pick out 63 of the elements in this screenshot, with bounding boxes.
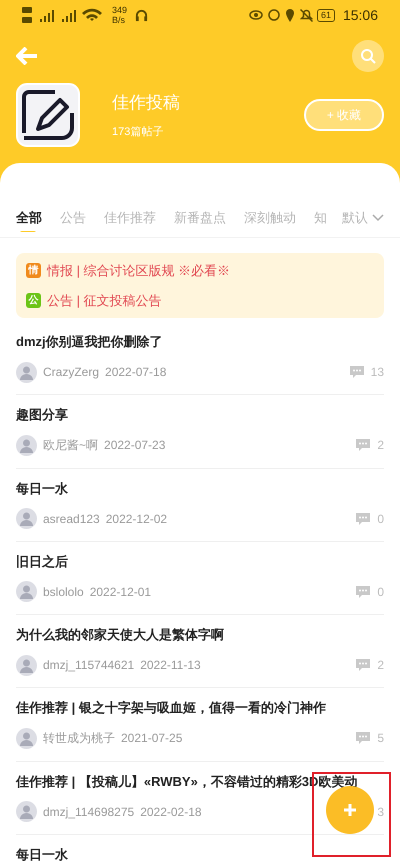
comment-icon <box>355 438 372 452</box>
clock: 15:06 <box>342 6 378 24</box>
comment-count: 2 <box>377 657 384 674</box>
muted-bell-icon <box>300 8 313 22</box>
post-author: dmzj_114698275 <box>43 804 134 821</box>
back-arrow-icon[interactable] <box>16 47 38 65</box>
comment-icon <box>355 658 372 672</box>
comment-icon <box>355 584 372 599</box>
post-title[interactable]: 每日一水 <box>16 478 384 498</box>
comment-count: 3 <box>377 804 384 821</box>
notice-tag: 情 <box>26 263 41 278</box>
comment-count: 5 <box>377 730 384 748</box>
post-date: 2022-11-13 <box>140 657 201 674</box>
comment-icon <box>355 731 372 746</box>
post-title[interactable]: 为什么我的邻家天使大人是繁体字啊 <box>16 625 384 645</box>
avatar-icon <box>16 801 37 822</box>
post-author: asread123 <box>43 510 100 528</box>
post-date: 2022-07-18 <box>105 364 166 381</box>
post-author: dmzj_115744621 <box>43 657 134 674</box>
post-date: 2022-07-23 <box>104 437 166 454</box>
post-author: bslololo <box>43 584 84 601</box>
post-date: 2022-02-18 <box>140 804 202 821</box>
comment-count: 0 <box>377 584 384 601</box>
pencil-square-icon <box>16 83 80 147</box>
post-author: 欧尼酱~啊 <box>43 437 98 454</box>
location-icon <box>284 8 295 22</box>
speed-unit: B/s <box>112 15 126 25</box>
post-title[interactable]: 佳作推荐 | 银之十字架与吸血姬，值得一看的冷门神作 <box>16 698 384 718</box>
post-title[interactable]: 旧日之后 <box>16 552 384 572</box>
search-icon <box>360 48 376 64</box>
avatar-icon <box>16 581 37 602</box>
alarm-icon <box>268 9 280 21</box>
forum-title: 佳作投稿 <box>112 92 180 114</box>
headphones-icon <box>135 8 148 22</box>
notice-tag: 公 <box>26 292 41 308</box>
notice-link[interactable]: 情报 | 综合讨论区版规 ※必看※ <box>47 261 230 280</box>
network-speed: 349 <box>112 5 128 15</box>
post-date: 2021-07-25 <box>121 730 182 748</box>
post-author: 转世成为桃子 <box>43 730 115 748</box>
avatar-icon <box>16 362 37 382</box>
post-date: 2022-12-01 <box>90 584 152 601</box>
comment-count: 0 <box>377 510 384 528</box>
chevron-down-icon <box>372 214 384 222</box>
avatar-icon <box>16 508 37 530</box>
post-count: 173篇帖子 <box>112 124 164 140</box>
comment-count: 13 <box>370 364 384 381</box>
post-title[interactable]: dmzj你别逼我把你删除了 <box>16 332 384 352</box>
post-date: 2022-12-02 <box>106 510 168 528</box>
plus-icon <box>343 803 357 817</box>
battery-indicator: 61 <box>316 8 335 22</box>
search-button[interactable] <box>352 40 384 72</box>
post-title[interactable]: 每日一水 <box>16 845 384 865</box>
comment-icon <box>355 512 372 526</box>
comment-icon <box>348 365 365 379</box>
category-tab[interactable]: 全部 <box>16 208 42 232</box>
notice-link[interactable]: 公告 | 征文投稿公告 <box>47 290 162 310</box>
eye-icon <box>248 10 263 20</box>
comment-count: 2 <box>377 437 384 454</box>
post-title[interactable]: 趣图分享 <box>16 405 384 425</box>
post-author: CrazyZerg <box>43 364 100 381</box>
avatar-icon <box>16 654 37 676</box>
avatar-icon <box>16 434 37 456</box>
avatar-icon <box>16 728 37 749</box>
